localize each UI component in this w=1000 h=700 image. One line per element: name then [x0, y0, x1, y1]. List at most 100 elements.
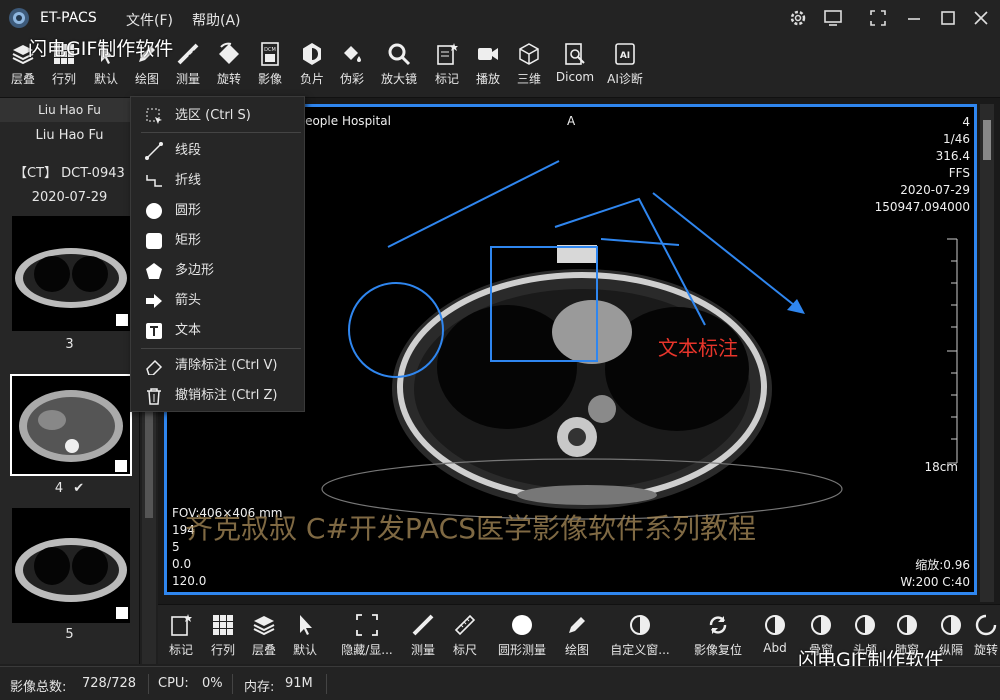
- menu-item-line[interactable]: 线段: [131, 138, 304, 164]
- monitor-icon[interactable]: [823, 9, 843, 27]
- hide-show-icon: [356, 614, 378, 636]
- menu-item-undo-annotation[interactable]: 撤销标注 (Ctrl Z): [131, 383, 304, 409]
- menu-item-arrow[interactable]: 箭头: [131, 288, 304, 314]
- reset-icon: [709, 616, 727, 634]
- image-count-label: 影像总数:: [10, 680, 67, 695]
- bottom-tool-custom-window[interactable]: 自定义窗...: [604, 609, 676, 663]
- rectangle-annotation[interactable]: [490, 246, 598, 362]
- menu-item-select-region[interactable]: 选区 (Ctrl S): [131, 103, 304, 129]
- tool-3d-button[interactable]: 三维: [506, 36, 552, 96]
- menu-help[interactable]: 帮助(A): [192, 10, 241, 30]
- thumbnail-3[interactable]: [12, 216, 130, 331]
- circle-icon: [512, 615, 532, 635]
- series-sidebar: Liu Hao Fu Liu Hao Fu 【CT】 DCT-0943 2020…: [0, 98, 140, 664]
- dicom-file-icon: DCM: [261, 42, 279, 66]
- line-annotation[interactable]: [600, 238, 680, 246]
- magnifier-icon: [388, 43, 411, 66]
- mark-note-icon: [171, 614, 192, 636]
- fullscreen-icon[interactable]: [869, 9, 887, 27]
- menu-file[interactable]: 文件(F): [126, 10, 173, 30]
- image-info-right: 4 1/46 316.4 FFS 2020-07-29 150947.09400…: [874, 115, 970, 214]
- contrast-icon: [630, 615, 650, 635]
- image-count: 728/728: [82, 676, 137, 691]
- ruler-icon: [454, 614, 476, 636]
- arrow-annotation[interactable]: [652, 192, 800, 310]
- bottom-tool-default[interactable]: 默认: [290, 609, 320, 663]
- scrollbar-thumb[interactable]: [145, 398, 153, 518]
- bottom-tool-measure[interactable]: 测量: [408, 609, 438, 663]
- tool-dicom-button[interactable]: Dicom: [552, 36, 598, 96]
- close-icon[interactable]: [972, 9, 990, 27]
- contrast-icon: [897, 615, 917, 635]
- bottom-tool-hide-show[interactable]: 隐藏/显...: [332, 609, 402, 663]
- status-bar: 影像总数: 728/728 CPU: 0% 内存: 91M: [0, 666, 1000, 700]
- viewer-scrollbar[interactable]: [980, 104, 994, 602]
- circle-icon: [146, 203, 162, 219]
- select-region-icon: [146, 108, 162, 124]
- menu-item-rectangle[interactable]: 矩形: [131, 228, 304, 254]
- polyline-icon: [146, 175, 162, 187]
- minimize-icon[interactable]: [905, 9, 923, 27]
- app-title: ET-PACS: [40, 10, 97, 26]
- tool-magnifier-button[interactable]: 放大镜: [376, 36, 422, 96]
- menu-item-polyline[interactable]: 折线: [131, 168, 304, 194]
- bottom-tool-draw[interactable]: 绘图: [562, 609, 592, 663]
- menu-item-text[interactable]: 文本: [131, 318, 304, 344]
- orientation-top: A: [567, 114, 576, 128]
- text-annotation[interactable]: 文本标注: [658, 332, 738, 361]
- bottom-tool-stack[interactable]: 层叠: [249, 609, 279, 663]
- menu-divider: [141, 348, 301, 349]
- rectangle-icon: [146, 233, 162, 249]
- menu-item-circle[interactable]: 圆形: [131, 198, 304, 224]
- tool-rotate-button[interactable]: 旋转: [206, 36, 252, 96]
- polygon-icon: [146, 263, 162, 279]
- bottom-tool-grid[interactable]: 行列: [208, 609, 238, 663]
- line-icon: [145, 142, 163, 160]
- settings-gear-icon[interactable]: [789, 9, 807, 27]
- scale-label: 18cm: [924, 460, 958, 474]
- bottom-tool-mark[interactable]: 标记: [166, 609, 196, 663]
- status-divider: [232, 674, 233, 694]
- tool-ai-button[interactable]: AI AI诊断: [602, 36, 648, 96]
- paint-bucket-icon: [344, 46, 361, 62]
- bottom-tool-circle-measure[interactable]: 圆形测量: [492, 609, 552, 663]
- window-info: 缩放:0.96 W:200 C:40: [900, 558, 970, 589]
- cursor-icon: [300, 615, 312, 635]
- thumbnail-5[interactable]: [12, 508, 130, 623]
- watermark-top: 闪电GIF制作软件: [28, 38, 174, 60]
- draw-dropdown-menu: 选区 (Ctrl S) 线段 折线 圆形 矩形 多边形 箭头 文本 清除标注 (…: [130, 96, 305, 412]
- menu-item-polygon[interactable]: 多边形: [131, 258, 304, 284]
- thumbnail-4-selected[interactable]: [10, 374, 132, 476]
- svg-text:DCM: DCM: [264, 47, 276, 53]
- ct-thumbnail-image: [19, 390, 127, 472]
- circle-annotation[interactable]: [348, 282, 444, 378]
- tool-image-button[interactable]: DCM 影像: [247, 36, 293, 96]
- thumbnail-label: 4 ✔: [54, 481, 85, 496]
- tool-mark-button[interactable]: 标记: [424, 36, 470, 96]
- thumbnail-label: 3: [65, 337, 74, 352]
- ai-icon: AI: [615, 43, 635, 65]
- tool-pseudocolor-button[interactable]: 伪彩: [329, 36, 375, 96]
- memory-label: 内存:: [244, 680, 275, 695]
- bottom-tool-reset[interactable]: 影像复位: [688, 609, 748, 663]
- svg-text:AI: AI: [620, 51, 630, 61]
- cube-3d-icon: [519, 43, 539, 65]
- status-divider: [326, 674, 327, 694]
- line-annotation[interactable]: [387, 160, 560, 248]
- maximize-icon[interactable]: [939, 9, 957, 27]
- dicom-search-icon: [565, 43, 585, 65]
- layers-icon: [253, 616, 275, 636]
- bottom-tool-ruler[interactable]: 标尺: [450, 609, 480, 663]
- ct-thumbnail-image: [15, 248, 128, 326]
- memory-value: 91M: [285, 676, 313, 691]
- scrollbar-thumb[interactable]: [983, 120, 991, 160]
- bottom-tool-abd[interactable]: Abd: [758, 609, 792, 663]
- menu-item-clear-annotations[interactable]: 清除标注 (Ctrl V): [131, 353, 304, 379]
- mark-note-icon: [437, 43, 458, 65]
- sidebar-header: Liu Hao Fu: [0, 98, 139, 122]
- pencil-icon: [569, 617, 585, 633]
- polyline-annotation[interactable]: [554, 197, 706, 326]
- bottom-tool-rotate[interactable]: 旋转: [972, 609, 1000, 663]
- grid-icon: [213, 615, 233, 635]
- tool-play-button[interactable]: 播放: [465, 36, 511, 96]
